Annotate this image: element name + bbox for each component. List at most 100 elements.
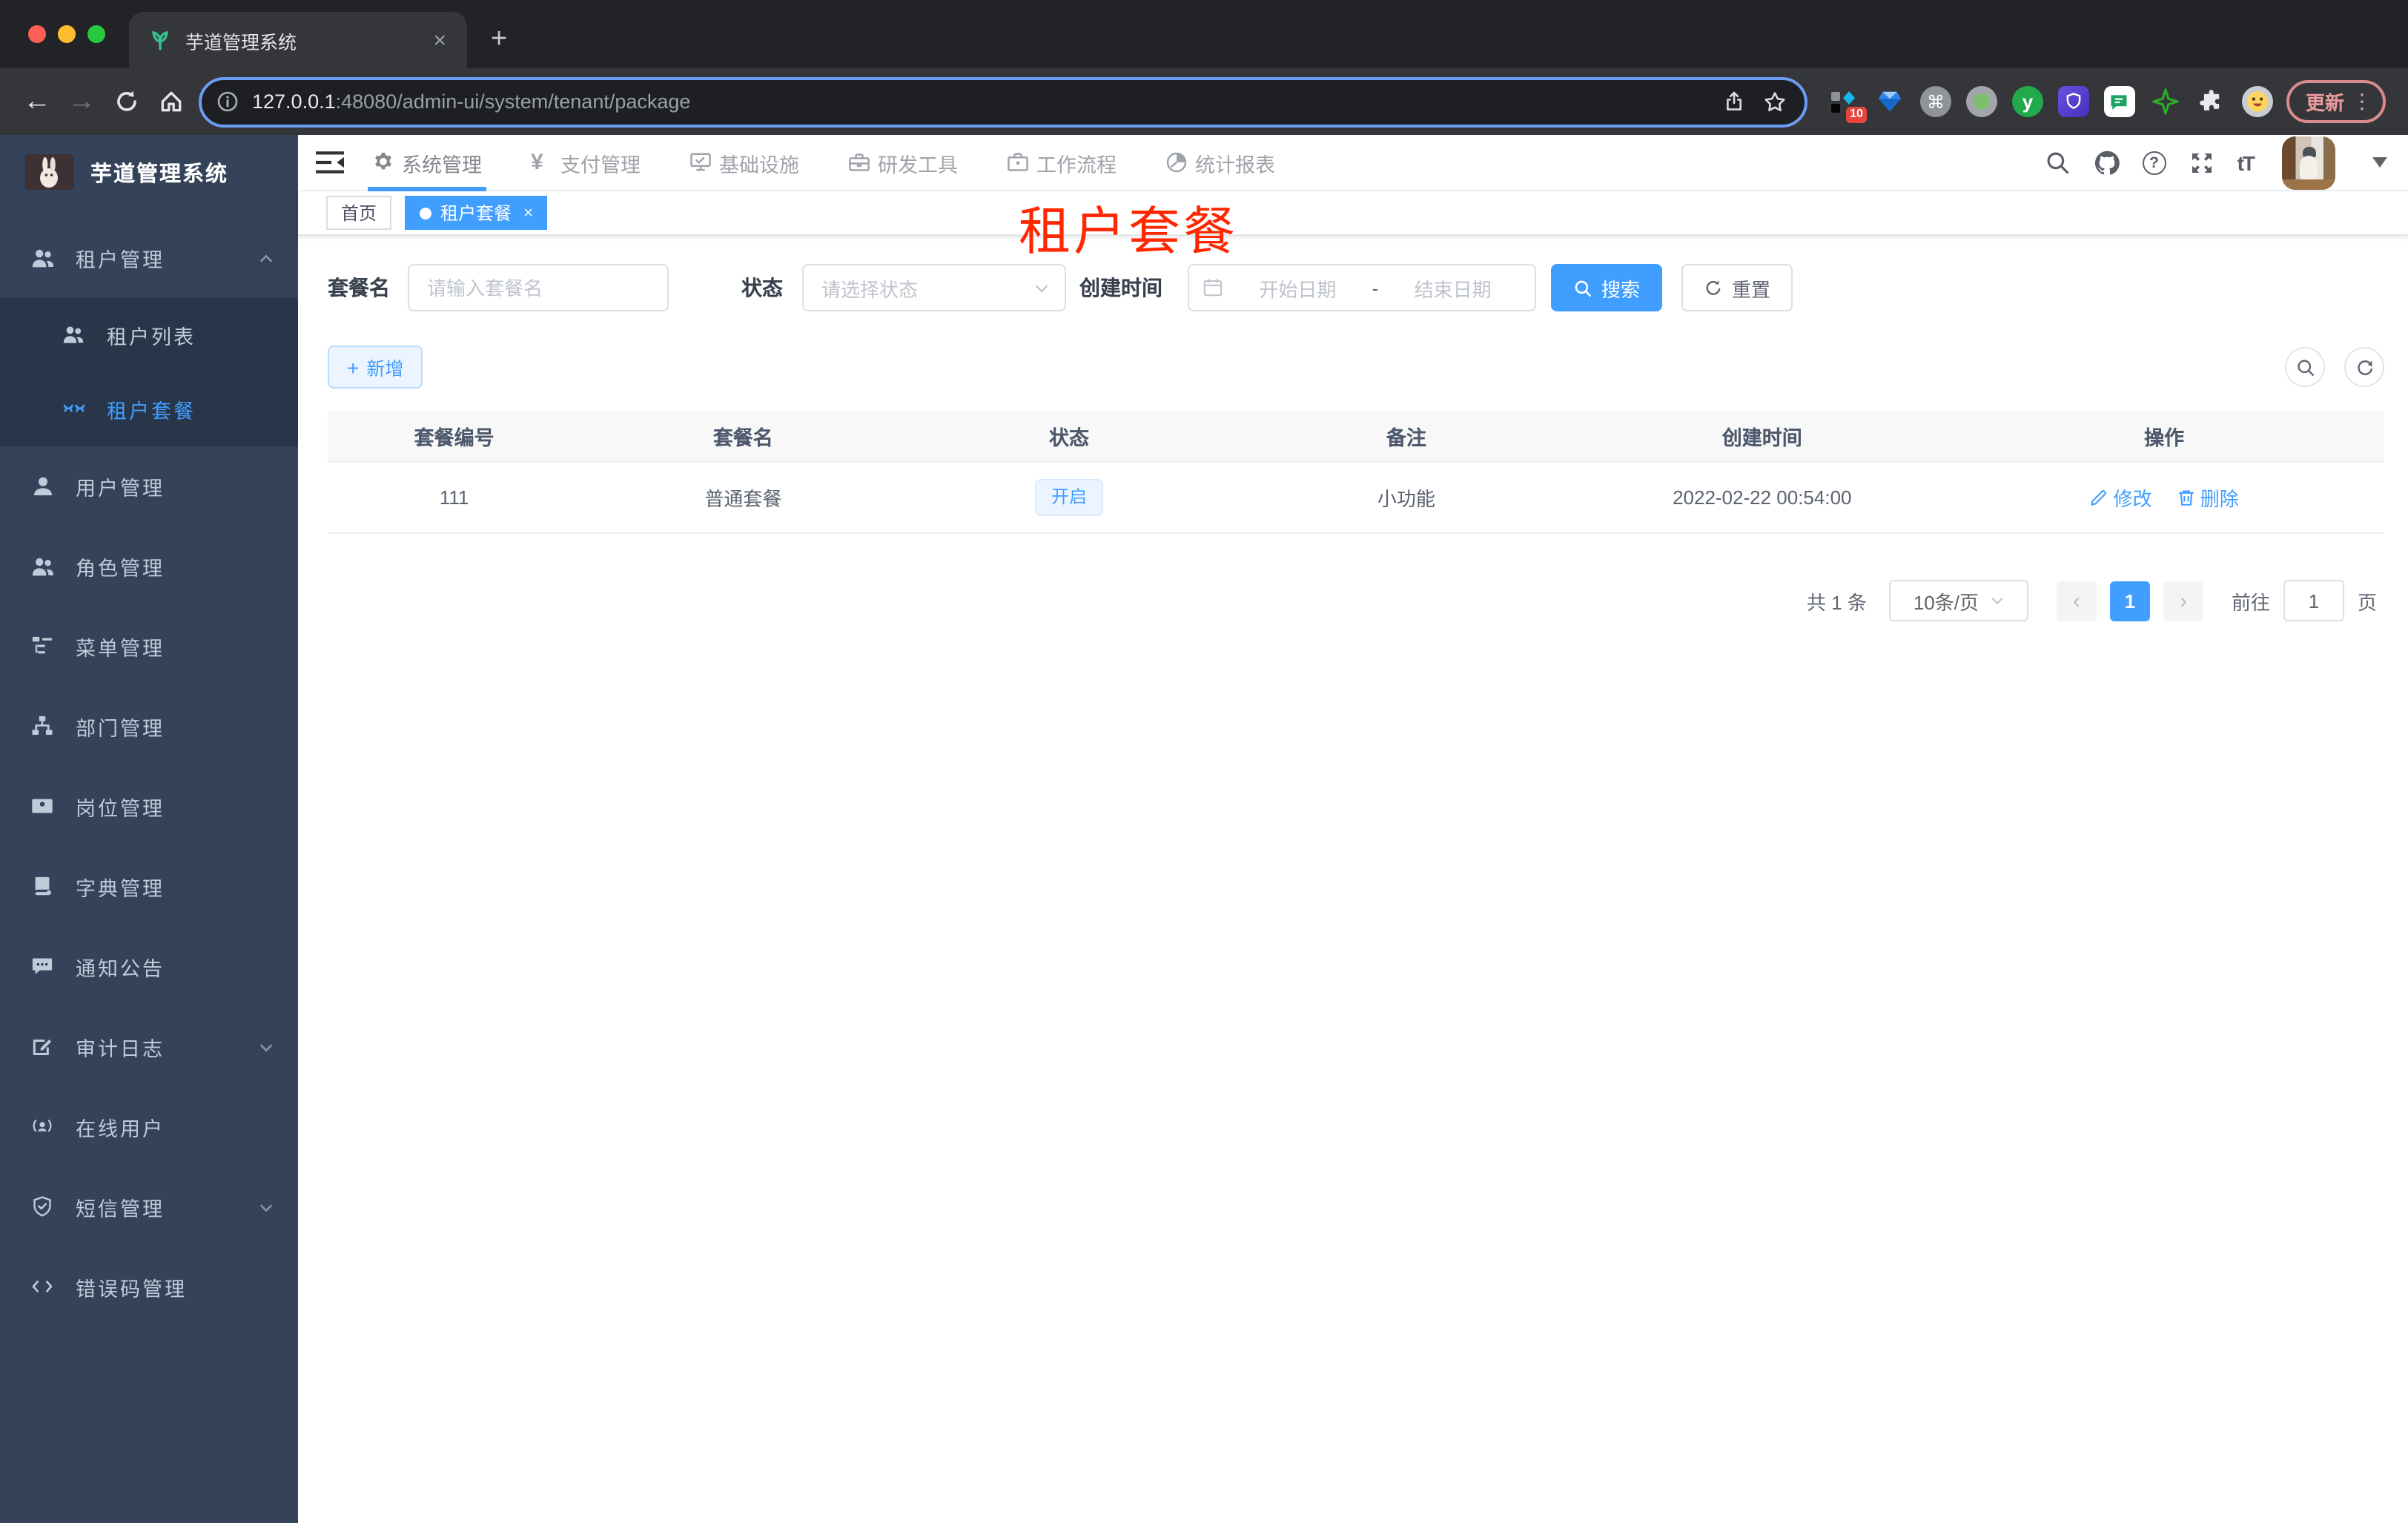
- help-icon[interactable]: ?: [2142, 151, 2166, 174]
- extension-gem-icon[interactable]: [1874, 86, 1905, 117]
- extension-y-icon[interactable]: y: [2011, 86, 2043, 117]
- zoom-window-button[interactable]: [87, 25, 105, 43]
- gear-icon: [372, 151, 394, 174]
- top-nav-reports[interactable]: 统计报表: [1165, 135, 1275, 190]
- current-page[interactable]: 1: [2109, 581, 2150, 621]
- close-window-button[interactable]: [28, 25, 46, 43]
- sidebar-item-online-users[interactable]: 在线用户: [0, 1087, 298, 1167]
- top-nav-system[interactable]: 系统管理: [368, 135, 486, 191]
- top-nav-payment[interactable]: ¥ 支付管理: [531, 135, 641, 190]
- package-name-input[interactable]: [408, 264, 669, 311]
- col-header-status[interactable]: 状态: [905, 421, 1232, 451]
- sidebar-item-post-management[interactable]: 岗位管理: [0, 767, 298, 847]
- browser-menu-icon[interactable]: ⋮: [2352, 89, 2372, 114]
- toolbox-icon: [848, 151, 870, 174]
- sidebar-item-tenant-list[interactable]: 租户列表: [0, 298, 298, 372]
- col-header-package-id[interactable]: 套餐编号: [328, 421, 580, 451]
- home-button[interactable]: [148, 79, 193, 124]
- chevron-down-icon: [1033, 280, 1050, 296]
- status-badge[interactable]: 开启: [1034, 479, 1103, 516]
- sidebar-item-notice[interactable]: 通知公告: [0, 927, 298, 1007]
- chevron-down-icon: [258, 1039, 274, 1055]
- tag-tenant-package[interactable]: 租户套餐 ×: [405, 196, 548, 230]
- toggle-search-button[interactable]: [2285, 347, 2325, 387]
- user-avatar[interactable]: [2282, 136, 2335, 189]
- forward-button[interactable]: →: [59, 79, 104, 124]
- col-header-package-name[interactable]: 套餐名: [580, 421, 905, 451]
- reset-button[interactable]: 重置: [1681, 264, 1793, 311]
- fullscreen-icon[interactable]: [2189, 149, 2215, 176]
- minimize-window-button[interactable]: [58, 25, 76, 43]
- github-icon[interactable]: [2094, 149, 2120, 176]
- col-header-created[interactable]: 创建时间: [1580, 421, 1944, 451]
- sidebar-item-label: 租户套餐: [107, 400, 196, 423]
- top-nav-infrastructure[interactable]: 基础设施: [689, 135, 799, 190]
- extensions-puzzle-icon[interactable]: [2196, 86, 2227, 117]
- sidebar-item-role-management[interactable]: 角色管理: [0, 526, 298, 607]
- date-range-picker[interactable]: 开始日期 - 结束日期: [1188, 264, 1536, 311]
- next-page-button[interactable]: ›: [2163, 581, 2203, 621]
- sidebar-item-department-management[interactable]: 部门管理: [0, 687, 298, 767]
- command-glyph: ⌘: [1926, 91, 1945, 112]
- sidebar-item-tenant-management[interactable]: 租户管理: [0, 218, 298, 298]
- font-size-icon[interactable]: tT: [2237, 151, 2255, 174]
- code-icon: [31, 1275, 55, 1299]
- cell-created: 2022-02-22 00:54:00: [1673, 486, 1852, 509]
- tab-close-icon[interactable]: ×: [427, 27, 452, 53]
- search-icon[interactable]: [2045, 149, 2071, 176]
- browser-tab[interactable]: 芋道管理系统 ×: [129, 12, 467, 68]
- main-area: 系统管理 ¥ 支付管理 基础设施 研发工具 工作流程 统计报表 ? tT 首页 …: [298, 135, 2408, 1523]
- sidebar-item-label: 岗位管理: [76, 798, 165, 820]
- extension-sparkle-icon[interactable]: [2150, 86, 2181, 117]
- extension-tabs-icon[interactable]: 10: [1828, 86, 1867, 123]
- new-tab-button[interactable]: +: [467, 24, 507, 68]
- search-form: 套餐名 状态 请选择状态 创建时间 开始日期: [328, 264, 2384, 311]
- extension-emoji-icon[interactable]: [2241, 86, 2273, 117]
- add-button[interactable]: + 新增: [328, 346, 423, 389]
- site-info-icon[interactable]: [216, 90, 239, 113]
- top-nav-workflow[interactable]: 工作流程: [1007, 135, 1117, 190]
- col-header-actions[interactable]: 操作: [1944, 421, 2384, 451]
- sidebar-item-sms-management[interactable]: 短信管理: [0, 1167, 298, 1247]
- sidebar-item-audit-log[interactable]: 审计日志: [0, 1007, 298, 1087]
- top-nav-dev-tools[interactable]: 研发工具: [848, 135, 958, 190]
- address-bar[interactable]: 127.0.0.1:48080/admin-ui/system/tenant/p…: [199, 76, 1807, 127]
- sidebar-collapse-icon[interactable]: [316, 150, 344, 175]
- edit-link[interactable]: 修改: [2089, 483, 2151, 512]
- top-nav-label: 支付管理: [560, 153, 641, 176]
- page-size-select[interactable]: 10条/页: [1888, 580, 2028, 621]
- status-placeholder: 请选择状态: [821, 278, 919, 300]
- extension-command-icon[interactable]: ⌘: [1919, 86, 1951, 117]
- status-select[interactable]: 请选择状态: [802, 264, 1066, 311]
- sidebar-logo-row[interactable]: 芋道管理系统: [0, 135, 298, 209]
- extension-chat-icon[interactable]: [2103, 86, 2135, 117]
- goto-page-input[interactable]: [2283, 580, 2344, 621]
- header-actions: ? tT: [2045, 136, 2387, 189]
- delete-link[interactable]: 删除: [2177, 483, 2239, 512]
- refresh-table-button[interactable]: [2344, 347, 2384, 387]
- date-separator: -: [1372, 277, 1379, 299]
- sidebar-item-error-code[interactable]: 错误码管理: [0, 1247, 298, 1327]
- cell-actions: 修改 删除: [1944, 483, 2384, 512]
- browser-update-button[interactable]: 更新 ⋮: [2286, 80, 2386, 123]
- col-header-remark[interactable]: 备注: [1233, 421, 1581, 451]
- sidebar-item-user-management[interactable]: 用户管理: [0, 446, 298, 526]
- prev-page-button[interactable]: ‹: [2056, 581, 2097, 621]
- extension-shield-icon[interactable]: [2057, 86, 2089, 117]
- bookmark-star-icon[interactable]: [1763, 90, 1787, 113]
- search-button-label: 搜索: [1601, 278, 1641, 300]
- avatar-dropdown-caret-icon[interactable]: [2372, 157, 2387, 168]
- extension-dot-icon[interactable]: [1965, 86, 1997, 117]
- top-nav-label: 系统管理: [402, 153, 482, 176]
- share-icon[interactable]: [1723, 90, 1745, 113]
- tag-home[interactable]: 首页: [326, 196, 392, 230]
- reload-button[interactable]: [104, 79, 148, 124]
- sidebar-item-menu-management[interactable]: 菜单管理: [0, 607, 298, 687]
- back-button[interactable]: ←: [15, 79, 59, 124]
- tag-close-icon[interactable]: ×: [523, 204, 533, 222]
- sidebar-item-tenant-package[interactable]: 租户套餐: [0, 372, 298, 446]
- table-row[interactable]: 111 普通套餐 开启 小功能 2022-02-22 00:54:00 修改 删…: [328, 463, 2384, 534]
- sidebar-item-dict-management[interactable]: 字典管理: [0, 847, 298, 927]
- search-button[interactable]: 搜索: [1551, 264, 1663, 311]
- plus-icon: +: [347, 355, 360, 379]
